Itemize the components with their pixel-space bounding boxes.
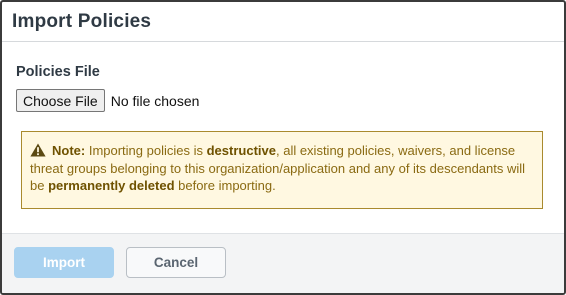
dialog-body: Policies File Choose File No file chosen… bbox=[2, 42, 564, 233]
import-policies-dialog: Import Policies Policies File Choose Fil… bbox=[0, 0, 566, 295]
cancel-button[interactable]: Cancel bbox=[126, 247, 226, 278]
import-button[interactable]: Import bbox=[14, 247, 114, 278]
dialog-title: Import Policies bbox=[12, 10, 152, 32]
file-status-text: No file chosen bbox=[110, 92, 200, 109]
policies-file-label: Policies File bbox=[16, 64, 100, 80]
warning-text-1: Importing policies is bbox=[85, 143, 207, 158]
file-input[interactable]: Choose File No file chosen bbox=[16, 89, 199, 112]
dialog-footer: Import Cancel bbox=[2, 233, 564, 293]
warning-strong-destructive: destructive bbox=[206, 143, 276, 158]
warning-text-3: before importing. bbox=[174, 178, 276, 193]
warning-strong-permanently-deleted: permanently deleted bbox=[48, 178, 175, 193]
note-label: Note: bbox=[52, 143, 86, 158]
choose-file-button[interactable]: Choose File bbox=[16, 89, 105, 112]
destructive-warning-alert: Note: Importing policies is destructive,… bbox=[21, 131, 543, 209]
warning-triangle-icon bbox=[30, 143, 46, 157]
dialog-header: Import Policies bbox=[2, 2, 564, 42]
